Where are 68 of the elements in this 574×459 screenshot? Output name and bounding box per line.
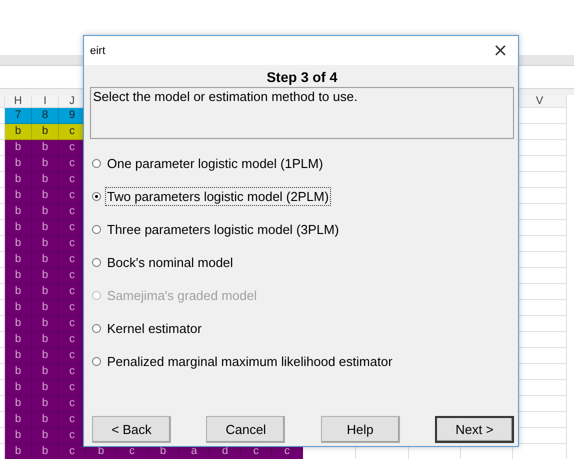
- table-cell: b: [5, 188, 32, 204]
- table-cell: b: [32, 156, 59, 172]
- corner-cell[interactable]: [0, 95, 5, 108]
- table-cell: b: [32, 124, 59, 140]
- table-cell: b: [32, 300, 59, 316]
- table-cell: b: [32, 204, 59, 220]
- table-cell: b: [5, 428, 32, 444]
- radio-button[interactable]: [92, 192, 101, 201]
- table-cell: b: [5, 156, 32, 172]
- table-cell: b: [5, 380, 32, 396]
- table-cell: 8: [32, 108, 59, 124]
- radio-button[interactable]: [92, 357, 101, 366]
- table-cell: b: [32, 428, 59, 444]
- table-cell: b: [5, 300, 32, 316]
- table-cell: b: [5, 316, 32, 332]
- table-cell: b: [5, 396, 32, 412]
- window-title: eirt: [90, 44, 106, 56]
- table-cell: b: [32, 220, 59, 236]
- option-label[interactable]: Three parameters logistic model (3PLM): [105, 220, 341, 239]
- table-cell: b: [32, 172, 59, 188]
- dialog-button[interactable]: Help: [320, 416, 400, 443]
- table-cell: b: [32, 412, 59, 428]
- radio-button[interactable]: [92, 159, 101, 168]
- description-box: Select the model or estimation method to use.: [90, 87, 514, 139]
- option-label[interactable]: One parameter logistic model (1PLM): [105, 154, 326, 173]
- table-cell: b: [5, 140, 32, 156]
- table-cell: b: [32, 236, 59, 252]
- table-cell: b: [5, 252, 32, 268]
- table-cell: b: [32, 140, 59, 156]
- table-cell: b: [32, 364, 59, 380]
- table-cell: b: [5, 348, 32, 364]
- table-cell: b: [5, 268, 32, 284]
- close-button[interactable]: ×: [490, 42, 510, 60]
- option-label[interactable]: Bock's nominal model: [105, 253, 236, 272]
- table-cell: b: [5, 124, 32, 140]
- table-cell: b: [32, 380, 59, 396]
- table-cell: b: [32, 188, 59, 204]
- table-cell: b: [5, 220, 32, 236]
- table-cell: b: [5, 172, 32, 188]
- dialog-button[interactable]: < Back: [92, 416, 171, 443]
- dialog-button[interactable]: Cancel: [206, 416, 286, 443]
- table-cell: b: [32, 316, 59, 332]
- table-cell: c: [59, 444, 86, 459]
- table-cell: 7: [5, 108, 32, 124]
- step-heading: Step 3 of 4: [266, 69, 338, 85]
- table-cell: b: [32, 252, 59, 268]
- radio-button[interactable]: [92, 258, 101, 267]
- table-cell: b: [32, 348, 59, 364]
- column-header[interactable]: I: [32, 95, 59, 108]
- option-label[interactable]: Kernel estimator: [105, 319, 204, 338]
- option-label[interactable]: Penalized marginal maximum likelihood estimator: [105, 352, 394, 371]
- column-header[interactable]: H: [5, 95, 32, 108]
- table-cell: b: [5, 204, 32, 220]
- dialog-button[interactable]: Next >: [434, 416, 514, 443]
- radio-button[interactable]: [92, 225, 101, 234]
- radio-button[interactable]: [92, 324, 101, 333]
- table-cell: b: [5, 332, 32, 348]
- table-cell: b: [32, 444, 59, 459]
- table-cell: b: [5, 412, 32, 428]
- table-cell: b: [5, 364, 32, 380]
- table-cell: b: [5, 236, 32, 252]
- table-cell: b: [5, 444, 32, 459]
- option-label[interactable]: Two parameters logistic model (2PLM): [105, 187, 331, 206]
- table-cell: b: [32, 284, 59, 300]
- table-cell: b: [32, 268, 59, 284]
- table-cell: b: [32, 332, 59, 348]
- table-cell: b: [5, 284, 32, 300]
- table-cell: b: [32, 396, 59, 412]
